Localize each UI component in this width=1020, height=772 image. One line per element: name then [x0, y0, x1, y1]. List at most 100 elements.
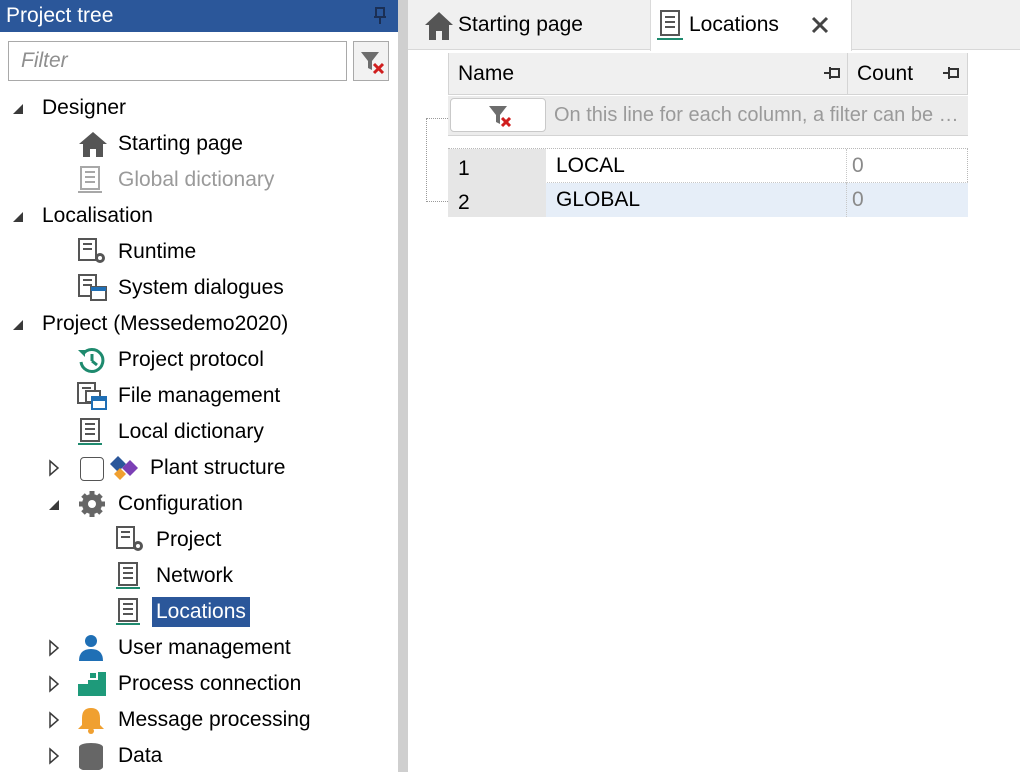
tree-item-configuration[interactable]: Configuration — [0, 486, 398, 522]
tree-item-project-protocol[interactable]: Project protocol — [0, 342, 398, 378]
tree-item-label: File management — [118, 384, 281, 407]
tab-locations[interactable]: Locations — [650, 0, 852, 51]
clear-filter-button[interactable] — [353, 41, 389, 81]
dialog-window-icon — [78, 274, 107, 301]
expand-arrow-icon[interactable] — [46, 738, 62, 772]
project-tree-pane: Project tree Designer Starting page Glob… — [0, 0, 398, 772]
tree-item-label: Data — [118, 744, 163, 767]
tree-item-runtime[interactable]: Runtime — [0, 234, 398, 270]
tree-item-file-management[interactable]: File management — [0, 378, 398, 414]
pin-icon[interactable] — [823, 66, 841, 80]
tree-item-global-dictionary[interactable]: Global dictionary — [0, 162, 398, 198]
tree-item-data[interactable]: Data — [0, 738, 398, 772]
tree-item-localisation[interactable]: Localisation — [0, 198, 398, 234]
column-header-count[interactable]: Count — [848, 53, 968, 95]
cell-count[interactable]: 0 — [852, 183, 864, 217]
tree-item-label: Process connection — [118, 672, 302, 695]
tree-item-user-management[interactable]: User management — [0, 630, 398, 666]
tree-item-label: Project protocol — [118, 348, 264, 371]
cell-divider — [846, 183, 847, 217]
tree-item-label: System dialogues — [118, 276, 284, 299]
cell-name[interactable]: GLOBAL — [556, 183, 640, 217]
filter-input[interactable] — [9, 42, 346, 80]
filter-hint-text[interactable]: On this line for each column, a filter c… — [554, 96, 966, 134]
close-icon[interactable] — [809, 14, 831, 36]
locations-grid: Name Count On this line for each column,… — [448, 53, 968, 217]
cell-divider — [846, 149, 847, 183]
cell-count[interactable]: 0 — [852, 149, 864, 183]
tree-item-config-project[interactable]: Project — [0, 522, 398, 558]
tab-label: Starting page — [458, 13, 583, 36]
tree-item-label: Locations — [152, 597, 250, 627]
cell-name[interactable]: LOCAL — [556, 149, 625, 183]
collapse-arrow-icon[interactable] — [10, 90, 26, 126]
tree-item-label: Global dictionary — [118, 168, 275, 191]
tree-item-label: Project — [156, 528, 222, 551]
column-header-name[interactable]: Name — [448, 53, 848, 95]
tree-item-locations[interactable]: Locations — [0, 594, 398, 630]
expand-arrow-icon[interactable] — [46, 630, 62, 666]
tree-item-label: Plant structure — [150, 456, 286, 479]
tree-item-label: Network — [156, 564, 234, 587]
table-row[interactable]: 1 LOCAL 0 — [448, 149, 968, 183]
filter-row: On this line for each column, a filter c… — [448, 96, 968, 136]
tree-item-designer[interactable]: Designer — [0, 90, 398, 126]
collapse-arrow-icon[interactable] — [10, 306, 26, 342]
user-icon — [79, 635, 103, 661]
dictionary-icon — [78, 166, 102, 193]
home-icon — [79, 132, 107, 157]
expand-arrow-icon[interactable] — [46, 666, 62, 702]
pane-splitter[interactable] — [398, 0, 408, 772]
expand-arrow-icon[interactable] — [46, 702, 62, 738]
tree-item-label: Starting page — [118, 132, 243, 155]
file-management-icon — [77, 382, 107, 410]
pane-title: Project tree — [6, 4, 114, 27]
tree-item-message-processing[interactable]: Message processing — [0, 702, 398, 738]
tab-starting-page[interactable]: Starting page — [420, 0, 646, 50]
gear-icon — [79, 491, 105, 517]
tree-item-system-dialogues[interactable]: System dialogues — [0, 270, 398, 306]
database-icon — [79, 743, 103, 770]
dictionary-icon — [657, 10, 683, 40]
tree-item-label: Message processing — [118, 708, 311, 731]
filter-clear-icon — [489, 106, 512, 128]
row-number: 2 — [448, 183, 546, 217]
expand-arrow-icon[interactable] — [46, 450, 62, 486]
dictionary-icon — [78, 418, 102, 445]
history-icon — [78, 347, 105, 373]
filter-clear-icon — [361, 52, 385, 75]
runtime-settings-icon — [78, 238, 105, 263]
filter-input-wrapper — [8, 41, 347, 81]
plant-structure-checkbox[interactable] — [80, 457, 104, 481]
table-row[interactable]: 2 GLOBAL 0 — [448, 183, 968, 217]
dictionary-icon — [116, 562, 140, 589]
bell-icon — [78, 708, 104, 734]
pane-header: Project tree — [0, 0, 398, 32]
tree-item-label: Runtime — [118, 240, 197, 263]
tree-item-process-connection[interactable]: Process connection — [0, 666, 398, 702]
collapse-arrow-icon[interactable] — [10, 198, 26, 234]
process-connection-icon — [78, 672, 106, 696]
home-icon — [425, 12, 453, 40]
row-connector — [426, 118, 448, 202]
tree-item-starting-page[interactable]: Starting page — [0, 126, 398, 162]
tree-item-local-dictionary[interactable]: Local dictionary — [0, 414, 398, 450]
grid-clear-filter-button[interactable] — [450, 98, 546, 132]
tree-item-network[interactable]: Network — [0, 558, 398, 594]
tree-item-label: Designer — [42, 96, 127, 119]
pin-icon[interactable] — [942, 66, 960, 80]
collapse-arrow-icon[interactable] — [46, 486, 62, 522]
plant-structure-icon — [110, 456, 138, 480]
tab-label: Locations — [689, 13, 779, 36]
document-area: Starting page Locations Name Count On th… — [408, 0, 1020, 772]
dictionary-icon — [116, 598, 140, 625]
tree-item-label: Localisation — [42, 204, 153, 227]
pin-icon[interactable] — [372, 7, 388, 25]
column-header-label: Name — [458, 62, 515, 85]
tree-item-label: Configuration — [118, 492, 243, 515]
tree-item-label: Local dictionary — [118, 420, 264, 443]
tree-item-project[interactable]: Project (Messedemo2020) — [0, 306, 398, 342]
row-number: 1 — [448, 149, 546, 183]
tree-item-label: Project (Messedemo2020) — [42, 312, 289, 335]
tree-item-plant-structure[interactable]: Plant structure — [0, 450, 398, 486]
